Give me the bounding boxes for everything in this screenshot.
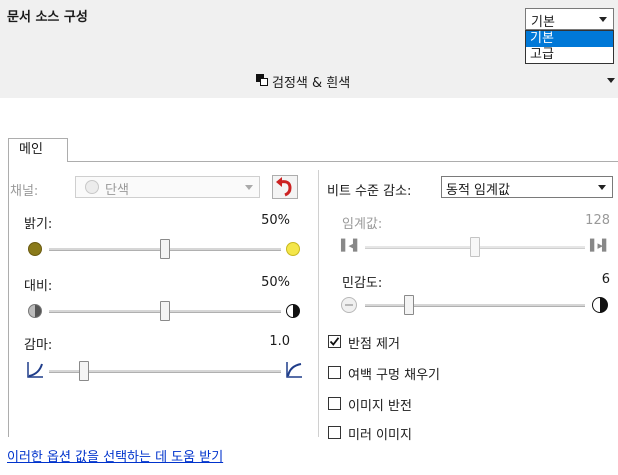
gamma-value: 1.0 <box>269 334 290 349</box>
invert-image-checkbox[interactable] <box>328 397 341 410</box>
undo-icon <box>276 177 292 197</box>
black-white-icon <box>256 74 268 86</box>
bit-reduction-label: 비트 수준 감소: <box>327 184 412 199</box>
chevron-down-icon <box>245 185 253 190</box>
color-mode-select[interactable]: 검정색 & 흰색 <box>252 69 618 91</box>
despeckle-label: 반점 제거 <box>348 337 400 352</box>
fill-holes-label: 여백 구멍 채우기 <box>348 368 440 383</box>
channel-select[interactable]: 단색 <box>75 176 260 198</box>
sensitivity-slider-thumb[interactable] <box>404 295 414 315</box>
threshold-value: 128 <box>585 213 610 228</box>
contrast-low-icon <box>28 304 42 318</box>
gamma-label: 감마: <box>24 338 53 353</box>
contrast-label: 대비: <box>24 279 53 294</box>
undo-button[interactable] <box>272 175 298 199</box>
threshold-label: 임계값: <box>342 217 383 232</box>
profile-dropdown-list: 기본 고급 <box>525 30 614 64</box>
color-mode-value: 검정색 & 흰색 <box>272 76 351 91</box>
sensitivity-high-icon <box>592 297 608 313</box>
contrast-high-icon <box>286 304 300 318</box>
mirror-image-checkbox[interactable] <box>328 426 341 439</box>
sensitivity-label: 민감도: <box>342 276 383 291</box>
brightness-label: 밝기: <box>24 217 53 232</box>
threshold-slider-thumb[interactable] <box>470 237 480 257</box>
gamma-high-icon <box>286 362 302 378</box>
sensitivity-slider-track[interactable] <box>365 304 585 307</box>
panel-divider <box>318 170 319 437</box>
chevron-down-icon <box>599 17 607 22</box>
gamma-slider-thumb[interactable] <box>79 361 89 381</box>
help-link[interactable]: 이러한 옵션 값을 선택하는 데 도움 받기 <box>7 446 223 465</box>
gamma-low-icon <box>27 362 43 378</box>
channel-value: 단색 <box>105 183 129 198</box>
fill-holes-checkbox[interactable] <box>328 366 341 379</box>
chevron-down-icon <box>598 185 606 190</box>
chevron-down-icon <box>607 78 615 83</box>
contrast-slider-thumb[interactable] <box>160 301 170 321</box>
profile-option-basic[interactable]: 기본 <box>526 31 613 47</box>
sensitivity-value: 6 <box>601 272 610 287</box>
mirror-image-label: 미러 이미지 <box>348 428 412 443</box>
brightness-value: 50% <box>261 213 290 228</box>
page-title: 문서 소스 구성 <box>7 10 88 25</box>
brightness-high-icon <box>286 242 300 256</box>
check-icon <box>329 337 340 346</box>
tab-main[interactable]: 메인 <box>8 138 68 162</box>
invert-image-label: 이미지 반전 <box>348 399 412 414</box>
profile-select-value: 기본 <box>531 15 555 30</box>
brightness-slider-thumb[interactable] <box>160 239 170 259</box>
profile-option-advanced[interactable]: 고급 <box>526 47 613 63</box>
profile-select[interactable]: 기본 <box>525 8 614 30</box>
brightness-low-icon <box>28 242 42 256</box>
despeckle-checkbox[interactable] <box>328 335 341 348</box>
threshold-low-icon: ▌◂▌ <box>341 239 361 252</box>
radio-icon <box>85 180 99 194</box>
bit-reduction-select[interactable]: 동적 임계값 <box>441 176 613 198</box>
contrast-value: 50% <box>261 275 290 290</box>
settings-panel <box>8 161 618 437</box>
threshold-high-icon: ▌▸▌ <box>590 239 610 252</box>
channel-label: 채널: <box>10 184 39 199</box>
sensitivity-low-icon <box>341 297 357 313</box>
bit-reduction-value: 동적 임계값 <box>446 183 510 198</box>
